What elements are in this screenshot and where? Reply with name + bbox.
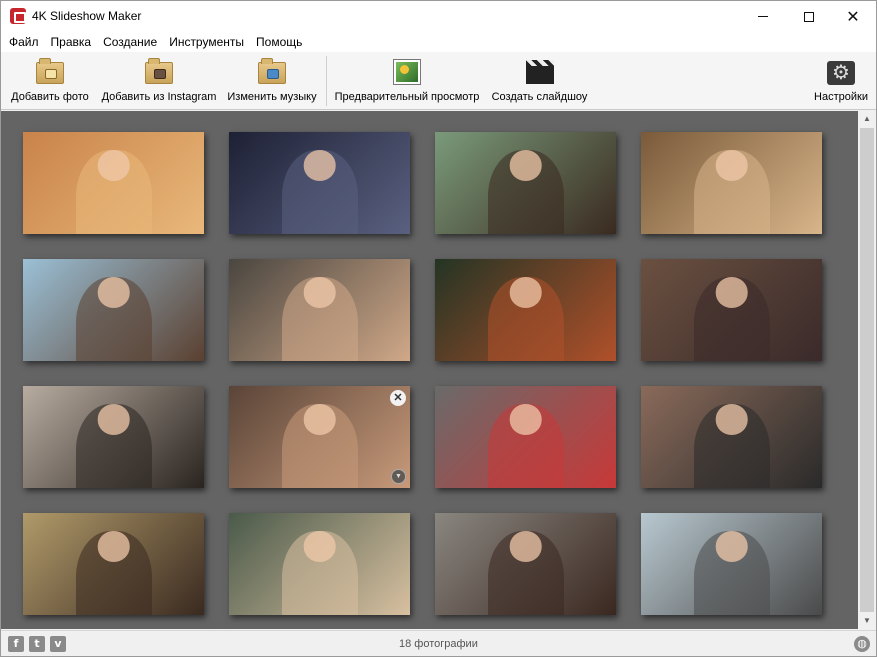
photo-face [715, 277, 748, 308]
photo-face [97, 531, 130, 562]
photo-thumbnail[interactable] [229, 513, 410, 615]
photo-face [303, 150, 336, 181]
twitter-icon[interactable]: t [29, 636, 45, 652]
status-bar: f t v 18 фотографии ◍ [1, 630, 876, 656]
title-bar[interactable]: 4K Slideshow Maker ✕ [1, 1, 876, 32]
photo-thumbnail[interactable] [229, 259, 410, 361]
scrollbar-thumb[interactable] [860, 128, 874, 612]
photo-thumbnail[interactable] [641, 513, 822, 615]
create-slideshow-button[interactable]: Создать слайдшоу [491, 52, 588, 110]
photo-thumbnail[interactable] [23, 386, 204, 488]
scroll-down-icon[interactable]: ▼ [858, 613, 876, 629]
app-window: 4K Slideshow Maker ✕ Файл Правка Создани… [0, 0, 877, 657]
photo-thumbnail[interactable]: ✕ ▼ [229, 386, 410, 488]
photo-thumbnail[interactable] [641, 259, 822, 361]
add-instagram-label: Добавить из Instagram [101, 91, 217, 103]
photo-grid: ✕ ▼ [1, 111, 858, 629]
photo-face [509, 404, 542, 435]
folder-photo-icon [35, 58, 65, 86]
preview-label: Предварительный просмотр [334, 91, 480, 103]
photo-thumbnail[interactable] [435, 259, 616, 361]
photo-options-icon[interactable]: ▼ [391, 469, 406, 484]
settings-label: Настройки [814, 91, 868, 103]
remove-photo-icon[interactable]: ✕ [390, 390, 406, 406]
menu-edit[interactable]: Правка [45, 32, 98, 52]
photo-thumbnail[interactable] [23, 132, 204, 234]
photo-face [97, 277, 130, 308]
photo-thumbnail[interactable] [641, 132, 822, 234]
photo-face [97, 404, 130, 435]
menu-tools[interactable]: Инструменты [163, 32, 250, 52]
photo-count: 18 фотографии [399, 638, 478, 650]
minimize-button[interactable] [740, 1, 786, 32]
photo-face [509, 531, 542, 562]
photo-face [97, 150, 130, 181]
toolbar: Добавить фото Добавить из Instagram Изме… [1, 52, 876, 110]
maximize-button[interactable] [786, 1, 832, 32]
photo-face [303, 531, 336, 562]
photo-thumbnail[interactable] [435, 386, 616, 488]
photo-thumbnail[interactable] [23, 259, 204, 361]
maximize-icon [804, 11, 814, 22]
toolbar-divider [326, 56, 327, 106]
vertical-scrollbar[interactable]: ▲ ▼ [858, 111, 876, 629]
photo-face [715, 531, 748, 562]
settings-button[interactable]: Настройки [813, 52, 869, 110]
photo-face [509, 150, 542, 181]
window-title: 4K Slideshow Maker [32, 9, 142, 23]
preview-photos-icon [392, 58, 422, 86]
photo-face [303, 404, 336, 435]
change-music-label: Изменить музыку [227, 91, 317, 103]
minimize-icon [758, 16, 768, 17]
photo-face [715, 404, 748, 435]
photo-thumbnail[interactable] [435, 132, 616, 234]
close-icon: ✕ [846, 8, 860, 26]
settings-gear-icon [826, 58, 856, 86]
vimeo-icon[interactable]: v [50, 636, 66, 652]
menu-create[interactable]: Создание [97, 32, 163, 52]
globe-icon[interactable]: ◍ [854, 636, 870, 652]
create-slideshow-label: Создать слайдшоу [491, 91, 588, 103]
change-music-button[interactable]: Изменить музыку [227, 52, 317, 110]
add-instagram-button[interactable]: Добавить из Instagram [100, 52, 218, 110]
photo-thumbnail[interactable] [229, 132, 410, 234]
folder-music-icon [257, 58, 287, 86]
photo-thumbnail[interactable] [435, 513, 616, 615]
photo-thumbnail[interactable] [641, 386, 822, 488]
photo-face [509, 277, 542, 308]
add-photo-label: Добавить фото [11, 91, 89, 103]
facebook-icon[interactable]: f [8, 636, 24, 652]
preview-button[interactable]: Предварительный просмотр [334, 52, 480, 110]
photo-thumbnail[interactable] [23, 513, 204, 615]
menu-help[interactable]: Помощь [250, 32, 308, 52]
app-logo-icon [10, 8, 26, 24]
photo-face [715, 150, 748, 181]
close-button[interactable]: ✕ [830, 1, 876, 32]
menu-bar: Файл Правка Создание Инструменты Помощь [1, 32, 876, 52]
menu-file[interactable]: Файл [3, 32, 45, 52]
clapperboard-icon [525, 58, 555, 86]
scroll-up-icon[interactable]: ▲ [858, 111, 876, 127]
photo-face [303, 277, 336, 308]
add-photo-button[interactable]: Добавить фото [9, 52, 91, 110]
folder-instagram-icon [144, 58, 174, 86]
